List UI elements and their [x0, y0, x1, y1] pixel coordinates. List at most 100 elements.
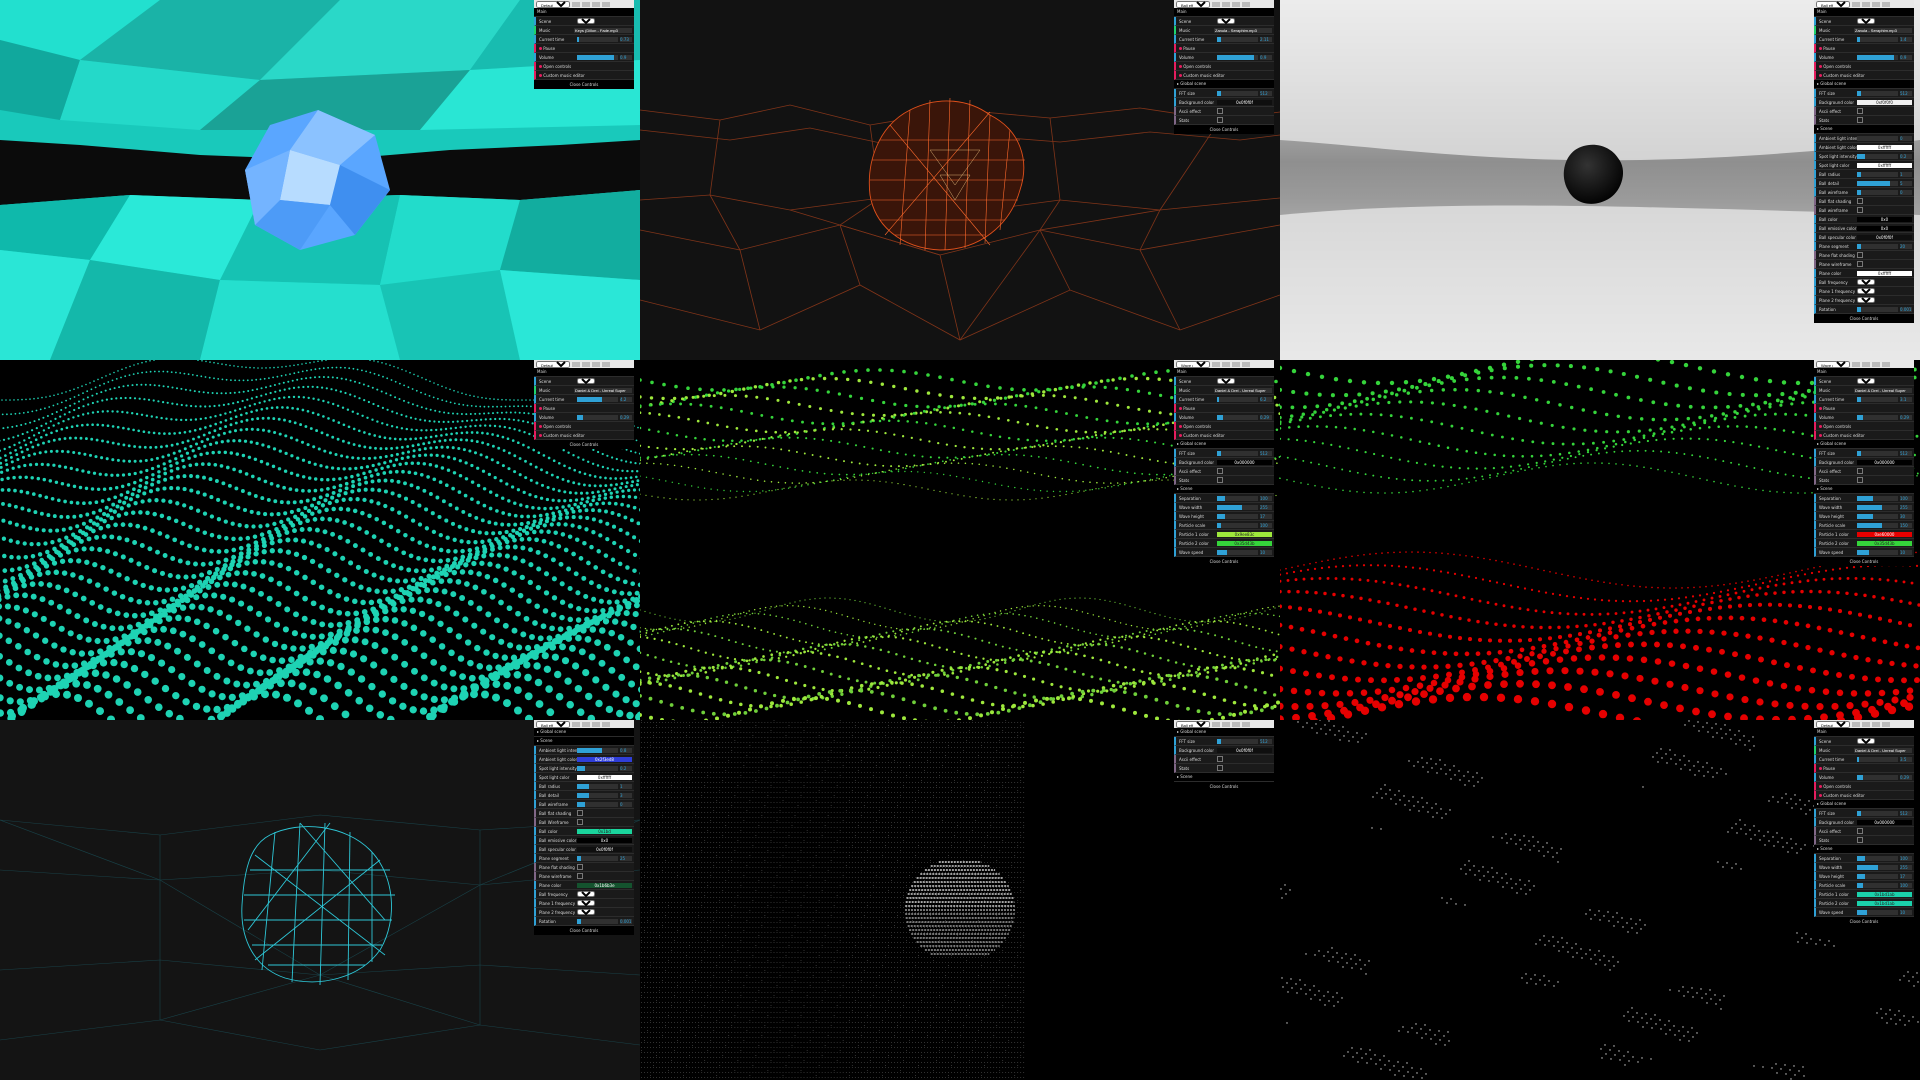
- control-value[interactable]: 0.2: [1857, 153, 1914, 159]
- control-value[interactable]: 0x0f0f0f: [1217, 99, 1274, 105]
- control-value[interactable]: 0.9: [1217, 54, 1274, 60]
- control-row[interactable]: Ball wireframe: [1814, 206, 1914, 215]
- number-field[interactable]: 1.4: [1900, 36, 1912, 42]
- folder-global-scene[interactable]: ▸ Global scene: [1174, 80, 1274, 89]
- slider[interactable]: [1857, 153, 1898, 159]
- control-row[interactable]: Ball wireframe 0: [1814, 188, 1914, 197]
- folder-main[interactable]: Main: [1814, 8, 1914, 17]
- preset-select[interactable]: Default: [536, 360, 570, 368]
- revert-button[interactable]: [1232, 1, 1240, 7]
- control-row[interactable]: FFT size 512: [1174, 89, 1274, 98]
- control-row[interactable]: Pause: [1174, 44, 1274, 53]
- control-row[interactable]: Rotation 0.001: [1814, 305, 1914, 314]
- save-button[interactable]: [572, 1, 580, 7]
- number-field[interactable]: 2.11: [1260, 36, 1272, 42]
- control-row[interactable]: Background color 0x0f0f0f: [1174, 98, 1274, 107]
- help-button[interactable]: [602, 361, 610, 367]
- control-value[interactable]: mixedHigh: [1857, 288, 1914, 294]
- control-row[interactable]: Music: [534, 26, 634, 35]
- slider[interactable]: [577, 54, 618, 60]
- control-row[interactable]: Ball specular color 0x0f0f0f: [1814, 233, 1914, 242]
- control-value[interactable]: Ball: [1857, 18, 1914, 24]
- checkbox[interactable]: [1857, 108, 1863, 114]
- save-button[interactable]: [572, 361, 580, 367]
- preset-select[interactable]: Default: [536, 0, 570, 8]
- dropdown[interactable]: Ball: [577, 18, 595, 24]
- control-value[interactable]: Ball: [1217, 18, 1274, 24]
- number-field[interactable]: 5: [1900, 180, 1912, 186]
- folder-main[interactable]: Main: [1174, 8, 1274, 17]
- control-row[interactable]: Pause: [534, 404, 634, 413]
- color-swatch[interactable]: 0xffffff: [1857, 144, 1912, 150]
- number-field[interactable]: 0.9: [620, 54, 632, 60]
- folder-main[interactable]: Main: [534, 368, 634, 377]
- slider[interactable]: [1857, 135, 1898, 141]
- slider[interactable]: [1857, 90, 1898, 96]
- control-row[interactable]: Volume 0.29: [534, 413, 634, 422]
- control-value[interactable]: [1854, 27, 1914, 33]
- control-row[interactable]: Ambient light intensity0: [1814, 134, 1914, 143]
- control-value[interactable]: [1857, 207, 1914, 213]
- control-value[interactable]: [1214, 27, 1274, 33]
- control-row[interactable]: Current time 1.4: [1814, 35, 1914, 44]
- control-row[interactable]: Scene Ball: [1174, 17, 1274, 26]
- dropdown[interactable]: mixedHigh: [1857, 288, 1875, 294]
- control-row[interactable]: Plane wireframe: [1814, 260, 1914, 269]
- number-field[interactable]: 0.29: [620, 414, 632, 420]
- control-row[interactable]: Ball radius 1: [1814, 170, 1914, 179]
- control-value[interactable]: 0x0: [1857, 216, 1914, 222]
- new-button[interactable]: [582, 1, 590, 7]
- text-field[interactable]: [1854, 27, 1912, 33]
- folder-global-scene[interactable]: ▸ Global scene: [1814, 80, 1914, 89]
- new-button[interactable]: [1862, 1, 1870, 7]
- control-value[interactable]: 0x0f0f0f: [1857, 234, 1914, 240]
- slider[interactable]: [1857, 243, 1898, 249]
- scene-ball-lowpoly-cyan[interactable]: DefaultMainSceneBallMusicCurrent time0.7…: [0, 0, 640, 360]
- control-row[interactable]: Ascii effect: [1174, 107, 1274, 116]
- control-value[interactable]: 512: [1217, 90, 1274, 96]
- control-row[interactable]: Open controls: [534, 62, 634, 71]
- control-value[interactable]: [1217, 108, 1274, 114]
- checkbox[interactable]: [1217, 117, 1223, 123]
- controls-panel[interactable]: Ball effect 5MainSceneBallMusicCurrent t…: [1814, 0, 1914, 323]
- help-button[interactable]: [1882, 1, 1890, 7]
- revert-button[interactable]: [592, 1, 600, 7]
- control-row[interactable]: Stats: [1174, 116, 1274, 125]
- slider[interactable]: [1217, 36, 1258, 42]
- slider[interactable]: [1857, 306, 1898, 312]
- color-swatch[interactable]: 0xffffff: [1857, 162, 1912, 168]
- color-swatch[interactable]: 0x0f0f0f: [1217, 99, 1272, 105]
- help-button[interactable]: [602, 1, 610, 7]
- control-row[interactable]: Ascii effect: [1814, 107, 1914, 116]
- number-field[interactable]: 512: [1900, 90, 1912, 96]
- number-field[interactable]: 0.9: [1900, 54, 1912, 60]
- control-row[interactable]: Spot light intensity 0.2: [1814, 152, 1914, 161]
- control-value[interactable]: 0x0: [1857, 225, 1914, 231]
- number-field[interactable]: 0: [1900, 189, 1912, 195]
- revert-button[interactable]: [1872, 1, 1880, 7]
- control-value[interactable]: [1217, 117, 1274, 123]
- control-value[interactable]: Wave: [577, 378, 634, 384]
- control-value[interactable]: 0xffffff: [1857, 162, 1914, 168]
- control-row[interactable]: Scene Wave: [534, 377, 634, 386]
- control-value[interactable]: 512: [1857, 90, 1914, 96]
- dropdown[interactable]: Ball: [1217, 18, 1235, 24]
- color-swatch[interactable]: 0xffffff: [1857, 270, 1912, 276]
- control-value[interactable]: 0: [1857, 135, 1914, 141]
- control-value[interactable]: 1.4: [1857, 36, 1914, 42]
- number-field[interactable]: 0.9: [1260, 54, 1272, 60]
- control-value[interactable]: mixedMixed: [1857, 297, 1914, 303]
- control-row[interactable]: Plane flat shading: [1814, 251, 1914, 260]
- text-field[interactable]: [1214, 27, 1272, 33]
- color-swatch[interactable]: 0x0: [1857, 225, 1912, 231]
- checkbox[interactable]: [1217, 108, 1223, 114]
- dropdown[interactable]: mixedMixed: [1857, 297, 1875, 303]
- control-row[interactable]: Music: [1174, 26, 1274, 35]
- color-swatch[interactable]: 0x0f0f0f: [1857, 234, 1912, 240]
- scene-ball-wireframe-orange[interactable]: Ball effect 1MainSceneBallMusicCurrent t…: [640, 0, 1280, 360]
- preset-select[interactable]: Ball effect 5: [1816, 0, 1850, 8]
- scene-ball-black-white[interactable]: Ball effect 5MainSceneBallMusicCurrent t…: [1280, 0, 1920, 360]
- slider[interactable]: [1857, 180, 1898, 186]
- slider[interactable]: [1857, 36, 1898, 42]
- save-button[interactable]: [1212, 1, 1220, 7]
